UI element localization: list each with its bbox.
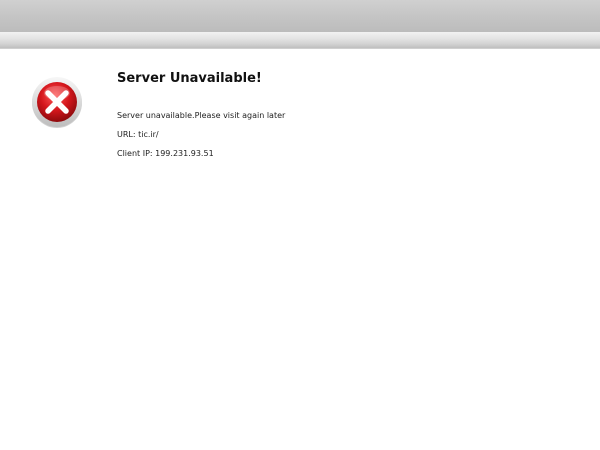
client-ip-info: Client IP: 199.231.93.51 xyxy=(117,149,214,158)
top-banner xyxy=(0,0,600,32)
url-info: URL: tic.ir/ xyxy=(117,130,159,139)
error-x-icon xyxy=(32,77,82,128)
error-content: Server Unavailable! Server unavailable.P… xyxy=(117,70,577,169)
error-message: Server unavailable.Please visit again la… xyxy=(117,111,286,120)
top-banner-strip xyxy=(0,32,600,49)
page-title: Server Unavailable! xyxy=(117,71,262,86)
